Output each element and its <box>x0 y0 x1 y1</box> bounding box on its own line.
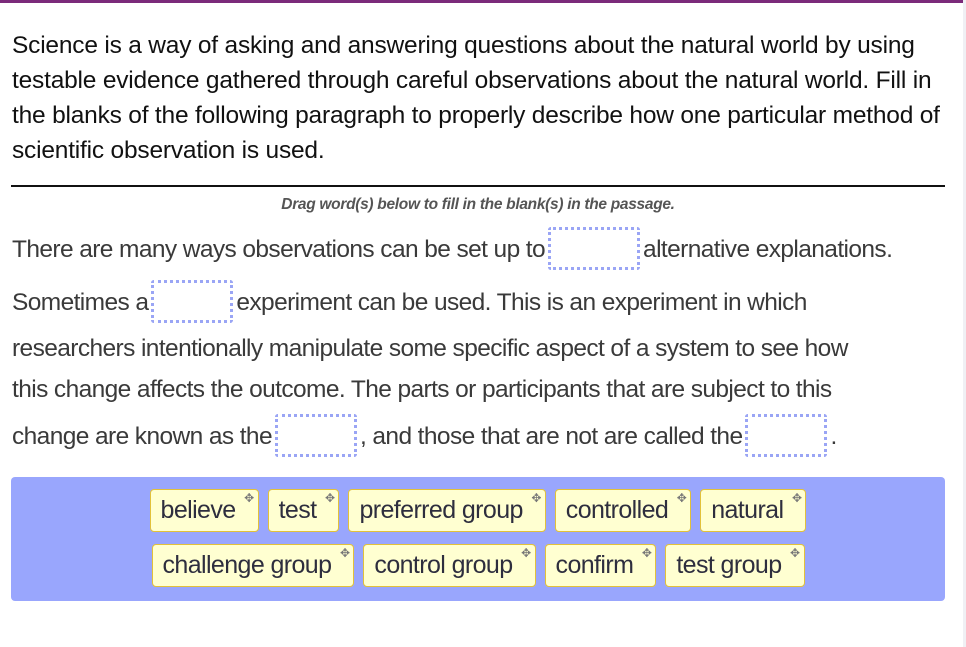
tile-label: control group <box>374 551 513 579</box>
move-icon: ✥ <box>531 491 541 505</box>
passage-line-5: change are known as the , and those that … <box>12 414 837 457</box>
passage-text: alternative explanations. <box>643 235 893 263</box>
word-tile-test[interactable]: test ✥ <box>267 489 340 532</box>
divider <box>11 185 945 187</box>
drag-instruction: Drag word(s) below to fill in the blank(… <box>281 196 675 213</box>
move-icon: ✥ <box>521 546 531 560</box>
top-border <box>0 0 963 3</box>
move-icon: ✥ <box>339 546 350 560</box>
move-icon: ✥ <box>325 491 335 505</box>
word-tile-preferred-group[interactable]: preferred group ✥ <box>348 489 546 532</box>
move-icon: ✥ <box>791 491 802 505</box>
blank-1-dropzone[interactable] <box>548 227 641 270</box>
blank-4-dropzone[interactable] <box>745 414 828 457</box>
word-bank-row-2: challenge group ✥ control group ✥ confirm ✥… <box>11 544 945 587</box>
blank-2-dropzone[interactable] <box>151 280 234 323</box>
passage-text: , and those that are not are called the <box>359 422 743 450</box>
tile-label: confirm <box>555 551 634 579</box>
tile-label: natural <box>711 496 784 524</box>
word-tile-confirm[interactable]: confirm ✥ <box>544 544 657 587</box>
passage-line-4: this change affects the outcome. The par… <box>12 376 832 403</box>
move-icon: ✥ <box>676 491 687 505</box>
blank-3-dropzone[interactable] <box>274 414 357 457</box>
word-tile-control-group[interactable]: control group ✥ <box>363 544 536 587</box>
word-tile-controlled[interactable]: controlled ✥ <box>554 489 692 532</box>
move-icon: ✥ <box>641 546 652 560</box>
passage-line-1: There are many ways observations can be … <box>12 227 893 270</box>
passage-text: . <box>830 422 837 450</box>
word-tile-challenge-group[interactable]: challenge group ✥ <box>151 544 355 587</box>
tile-label: test group <box>676 551 782 579</box>
word-tile-believe[interactable]: believe ✥ <box>149 489 259 532</box>
word-bank-row-1: believe ✥ test ✥ preferred group ✥ controll… <box>11 489 945 532</box>
move-icon: ✥ <box>244 491 254 505</box>
move-icon: ✥ <box>790 546 800 560</box>
passage-line-2: Sometimes a experiment can be used. This … <box>12 280 807 323</box>
question-page: Science is a way of asking and answering… <box>0 0 963 647</box>
passage-text: There are many ways observations can be … <box>12 235 546 263</box>
tile-label: test <box>278 496 318 524</box>
tile-label: challenge group <box>162 551 333 579</box>
tile-label: believe <box>160 496 237 524</box>
word-bank: believe ✥ test ✥ preferred group ✥ controll… <box>11 477 945 601</box>
passage-text: experiment can be used. This is an exper… <box>236 288 807 316</box>
word-tile-natural[interactable]: natural ✥ <box>700 489 807 532</box>
passage-text: Sometimes a <box>12 288 149 316</box>
question-prompt: Science is a way of asking and answering… <box>12 32 940 164</box>
passage-line-3: researchers intentionally manipulate som… <box>12 335 848 362</box>
tile-label: controlled <box>565 496 669 524</box>
word-tile-test-group[interactable]: test group ✥ <box>665 544 805 587</box>
passage-text: change are known as the <box>12 422 273 450</box>
tile-label: preferred group <box>359 496 523 524</box>
